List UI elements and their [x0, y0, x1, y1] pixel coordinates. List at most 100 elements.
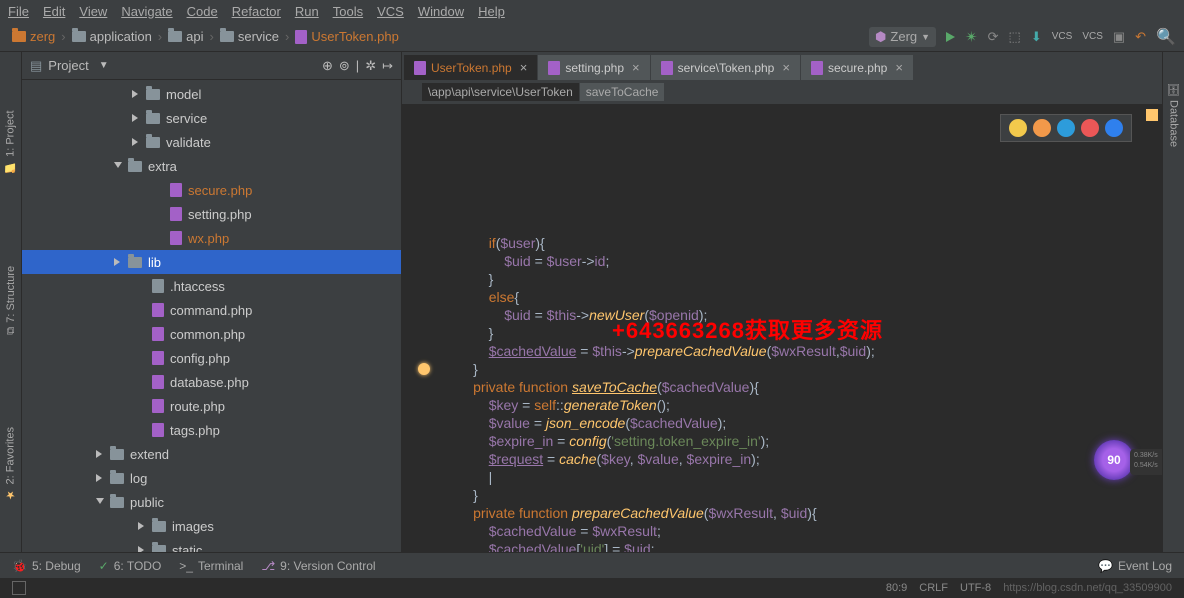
close-icon[interactable]: ×: [520, 60, 528, 75]
editor-tab[interactable]: UserToken.php×: [404, 55, 537, 80]
browser-icon[interactable]: [1081, 119, 1099, 137]
code-line[interactable]: }: [442, 486, 1162, 504]
code-line[interactable]: }: [442, 270, 1162, 288]
menu-file[interactable]: File: [8, 4, 29, 19]
close-icon[interactable]: ×: [632, 60, 640, 75]
tree-node[interactable]: public: [22, 490, 401, 514]
toolbar-icon[interactable]: ⟳: [988, 29, 999, 45]
menu-edit[interactable]: Edit: [43, 4, 65, 19]
tree-node[interactable]: secure.php: [22, 178, 401, 202]
code-line[interactable]: $cachedValue = $this->prepareCachedValue…: [442, 342, 1162, 360]
bottom-tool-button[interactable]: ✓6: TODO: [99, 559, 162, 573]
code-line[interactable]: $request = cache($key, $value, $expire_i…: [442, 450, 1162, 468]
tree-node[interactable]: .htaccess: [22, 274, 401, 298]
intention-bulb-icon[interactable]: [418, 363, 430, 375]
code-line[interactable]: if($user){: [442, 234, 1162, 252]
code-line[interactable]: $key = self::generateToken();: [442, 396, 1162, 414]
folder-icon: [110, 473, 124, 484]
tree-node[interactable]: service: [22, 106, 401, 130]
editor-tab[interactable]: service\Token.php×: [651, 55, 800, 80]
menu-tools[interactable]: Tools: [333, 4, 363, 19]
tree-node[interactable]: command.php: [22, 298, 401, 322]
editor-breadcrumb[interactable]: \app\api\service\UserTokensaveToCache: [402, 80, 1162, 104]
analysis-marker[interactable]: [1146, 109, 1158, 121]
code-line[interactable]: $expire_in = config('setting.token_expir…: [442, 432, 1162, 450]
browser-launchers: [1000, 114, 1132, 142]
menu-window[interactable]: Window: [418, 4, 464, 19]
code-line[interactable]: |: [442, 468, 1162, 486]
editor-tab[interactable]: secure.php×: [801, 55, 913, 80]
run-icon[interactable]: [946, 32, 955, 42]
breadcrumb-item[interactable]: application: [68, 29, 156, 44]
code-line[interactable]: $uid = $user->id;: [442, 252, 1162, 270]
tree-node[interactable]: log: [22, 466, 401, 490]
code-line[interactable]: private function prepareCachedValue($wxR…: [442, 504, 1162, 522]
bottom-tool-button[interactable]: >_Terminal: [179, 559, 243, 573]
code-line[interactable]: $value = json_encode($cachedValue);: [442, 414, 1162, 432]
code-line[interactable]: $cachedValue = $wxResult;: [442, 522, 1162, 540]
back-icon[interactable]: ↶: [1135, 29, 1146, 45]
bottom-tool-button[interactable]: 🐞5: Debug: [12, 559, 81, 573]
tool-window-button[interactable]: ⧉7: Structure: [5, 266, 17, 335]
project-tree[interactable]: modelservicevalidateextrasecure.phpsetti…: [22, 80, 401, 560]
code-line[interactable]: private function saveToCache($cachedValu…: [442, 378, 1162, 396]
code-line[interactable]: }: [442, 360, 1162, 378]
tree-node[interactable]: common.php: [22, 322, 401, 346]
tree-node[interactable]: lib: [22, 250, 401, 274]
tree-node[interactable]: extend: [22, 442, 401, 466]
run-config-selector[interactable]: ⬢Zerg▼: [869, 27, 936, 47]
tree-node[interactable]: extra: [22, 154, 401, 178]
tool-window-button[interactable]: ★2: Favorites: [4, 427, 17, 501]
project-panel-title[interactable]: Project: [48, 58, 88, 73]
menu-code[interactable]: Code: [187, 4, 218, 19]
menu-vcs[interactable]: VCS: [377, 4, 404, 19]
tree-label: database.php: [170, 375, 249, 390]
tool-window-button[interactable]: 📁1: Project: [4, 110, 17, 174]
event-log-button[interactable]: 💬Event Log: [1098, 559, 1172, 573]
toolbar-icon[interactable]: ⬇: [1031, 29, 1042, 45]
menu-navigate[interactable]: Navigate: [121, 4, 172, 19]
target-icon[interactable]: ⊚: [339, 58, 350, 74]
close-icon[interactable]: ×: [895, 60, 903, 75]
line-ending[interactable]: CRLF: [919, 582, 948, 594]
tree-node[interactable]: config.php: [22, 346, 401, 370]
search-icon[interactable]: 🔍: [1156, 27, 1176, 47]
breadcrumb-item[interactable]: UserToken.php: [291, 29, 402, 44]
close-icon[interactable]: ×: [782, 60, 790, 75]
toolbar-icon[interactable]: ▣: [1113, 29, 1125, 45]
menu-run[interactable]: Run: [295, 4, 319, 19]
browser-icon[interactable]: [1057, 119, 1075, 137]
vcs-label[interactable]: VCS: [1052, 31, 1073, 42]
tree-node[interactable]: validate: [22, 130, 401, 154]
browser-icon[interactable]: [1033, 119, 1051, 137]
browser-icon[interactable]: [1105, 119, 1123, 137]
toolbar-icon[interactable]: ⬚: [1009, 29, 1021, 45]
code-line[interactable]: else{: [442, 288, 1162, 306]
hide-icon[interactable]: ↦: [382, 58, 393, 74]
breadcrumb-item[interactable]: zerg: [8, 29, 59, 44]
tree-node[interactable]: database.php: [22, 370, 401, 394]
tree-node[interactable]: model: [22, 82, 401, 106]
tree-node[interactable]: images: [22, 514, 401, 538]
project-panel-header: ▤ Project ▼ ⊕ ⊚ | ✲ ↦: [22, 52, 401, 80]
file-encoding[interactable]: UTF-8: [960, 582, 991, 594]
tree-node[interactable]: tags.php: [22, 418, 401, 442]
bottom-tool-button[interactable]: ⎇9: Version Control: [261, 559, 375, 573]
tool-window-button[interactable]: 🗄Database: [1167, 82, 1180, 147]
menu-refactor[interactable]: Refactor: [232, 4, 281, 19]
menu-view[interactable]: View: [79, 4, 107, 19]
browser-icon[interactable]: [1009, 119, 1027, 137]
menu-help[interactable]: Help: [478, 4, 505, 19]
tree-node[interactable]: route.php: [22, 394, 401, 418]
collapse-icon[interactable]: ⊕: [322, 58, 333, 74]
tree-node[interactable]: wx.php: [22, 226, 401, 250]
vcs-label[interactable]: VCS: [1082, 31, 1103, 42]
tool-windows-toggle[interactable]: [12, 581, 26, 595]
editor-tab[interactable]: setting.php×: [538, 55, 649, 80]
gear-icon[interactable]: ✲: [365, 58, 376, 74]
breadcrumb-item[interactable]: service: [216, 29, 283, 44]
tree-node[interactable]: setting.php: [22, 202, 401, 226]
code-editor[interactable]: +643663268获取更多资源 90 0.38K/s0.54K/s if($u…: [402, 104, 1162, 560]
debug-icon[interactable]: ✴: [965, 28, 978, 46]
breadcrumb-item[interactable]: api: [164, 29, 207, 44]
